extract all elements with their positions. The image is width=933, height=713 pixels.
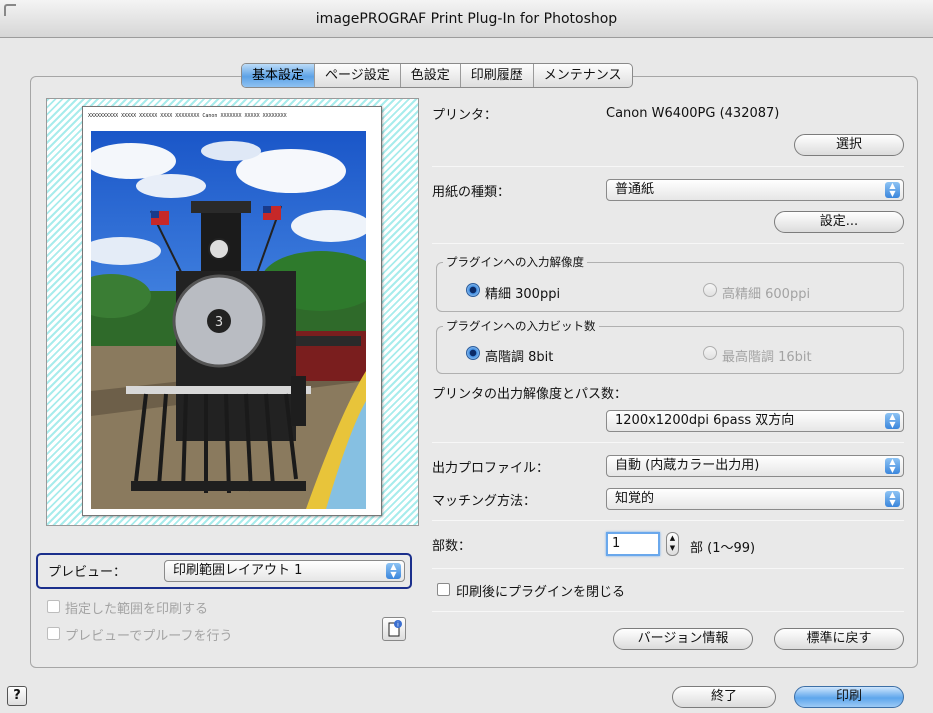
resolution-600-radio[interactable] (703, 283, 717, 297)
bitdepth-16-radio[interactable] (703, 346, 717, 360)
printer-name: Canon W6400PG (432087) (606, 106, 780, 121)
divider (432, 243, 904, 244)
resolution-600-label: 高精細 600ppi (722, 287, 811, 302)
output-resolution-label: プリンタの出力解像度とパス数： (432, 387, 628, 402)
proof-in-preview-checkbox[interactable] (47, 627, 60, 640)
updown-arrow-icon: ▲ ▼ (386, 563, 401, 579)
copies-label: 部数： (432, 539, 472, 554)
preview-area: XXXXXXXXXX XXXXX XXXXXX XXXX XXXXXXXX Ca… (46, 98, 419, 526)
close-button[interactable]: 終了 (672, 686, 776, 708)
select-printer-button[interactable]: 選択 (794, 134, 904, 156)
matching-select[interactable]: 知覚的 ▲ ▼ (606, 488, 904, 510)
media-type-label: 用紙の種類： (432, 185, 511, 200)
tab-print-history[interactable]: 印刷履歴 (459, 64, 533, 87)
resolution-300-radio[interactable] (466, 283, 480, 297)
preview-photo: 3 (91, 131, 366, 509)
copies-suffix: 部 (1〜99) (690, 541, 756, 556)
document-info-glyph: i (388, 620, 402, 637)
updown-arrow-icon: ▲ ▼ (885, 413, 900, 429)
print-selected-range-checkbox[interactable] (47, 600, 60, 613)
output-profile-label: 出力プロファイル： (432, 461, 550, 476)
tab-basic-settings[interactable]: 基本設定 (242, 64, 315, 87)
bitdepth-8-label: 高階調 8bit (485, 350, 554, 365)
divider (432, 568, 904, 569)
resolution-300-label: 精細 300ppi (485, 287, 561, 302)
tab-page-setup[interactable]: ページ設定 (314, 64, 400, 87)
preview-paper: XXXXXXXXXX XXXXX XXXXXX XXXX XXXXXXXX Ca… (82, 106, 382, 516)
matching-label: マッチング方法： (432, 494, 537, 509)
resize-corner-icon (4, 4, 16, 16)
updown-arrow-icon: ▲ ▼ (885, 491, 900, 507)
preview-header-text: XXXXXXXXXX XXXXX XXXXXX XXXX XXXXXXXX Ca… (88, 113, 287, 119)
matching-value: 知覚的 (615, 491, 655, 506)
updown-arrow-icon: ▲ ▼ (885, 458, 900, 474)
print-button[interactable]: 印刷 (794, 686, 904, 708)
svg-text:3: 3 (215, 315, 223, 330)
help-icon[interactable]: ? (7, 686, 27, 706)
proof-in-preview-label: プレビューでプルーフを行う (65, 629, 233, 644)
output-resolution-select[interactable]: 1200x1200dpi 6pass 双方向 ▲ ▼ (606, 410, 904, 432)
output-profile-value: 自動 (内蔵カラー出力用) (615, 458, 760, 473)
version-info-button[interactable]: バージョン情報 (613, 628, 753, 650)
media-type-value: 普通紙 (615, 182, 655, 197)
printer-label: プリンタ： (432, 108, 498, 123)
tab-bar: 基本設定 ページ設定 色設定 印刷履歴 メンテナンス (241, 63, 633, 88)
window-title: imagePROGRAF Print Plug-In for Photoshop (0, 0, 933, 38)
media-settings-button[interactable]: 設定... (774, 211, 904, 233)
copies-stepper[interactable]: ▲ ▼ (666, 532, 679, 556)
divider (432, 611, 904, 612)
print-selected-range-label: 指定した範囲を印刷する (65, 602, 209, 617)
document-info-icon[interactable]: i (382, 617, 406, 641)
input-resolution-title: プラグインへの入力解像度 (443, 254, 587, 270)
divider (432, 442, 904, 443)
media-type-select[interactable]: 普通紙 ▲ ▼ (606, 179, 904, 201)
close-after-print-checkbox[interactable] (437, 583, 450, 596)
output-profile-select[interactable]: 自動 (内蔵カラー出力用) ▲ ▼ (606, 455, 904, 477)
preview-layout-select[interactable]: 印刷範囲レイアウト 1 ▲ ▼ (164, 560, 405, 582)
divider (432, 166, 904, 167)
copies-input[interactable]: 1 (606, 532, 660, 556)
input-bit-depth-title: プラグインへの入力ビット数 (443, 318, 599, 334)
tab-color-settings[interactable]: 色設定 (399, 64, 460, 87)
preview-layout-value: 印刷範囲レイアウト 1 (173, 563, 303, 578)
updown-arrow-icon: ▲ ▼ (885, 182, 900, 198)
bitdepth-8-radio[interactable] (466, 346, 480, 360)
output-resolution-value: 1200x1200dpi 6pass 双方向 (615, 413, 795, 428)
bitdepth-16-label: 最高階調 16bit (722, 350, 812, 365)
close-after-print-label: 印刷後にプラグインを閉じる (456, 585, 626, 600)
restore-defaults-button[interactable]: 標準に戻す (774, 628, 904, 650)
divider (432, 520, 904, 521)
preview-label: プレビュー： (48, 565, 127, 580)
locomotive-photo: 3 (91, 131, 366, 509)
tab-maintenance[interactable]: メンテナンス (532, 64, 632, 87)
help-glyph: ? (13, 688, 21, 703)
